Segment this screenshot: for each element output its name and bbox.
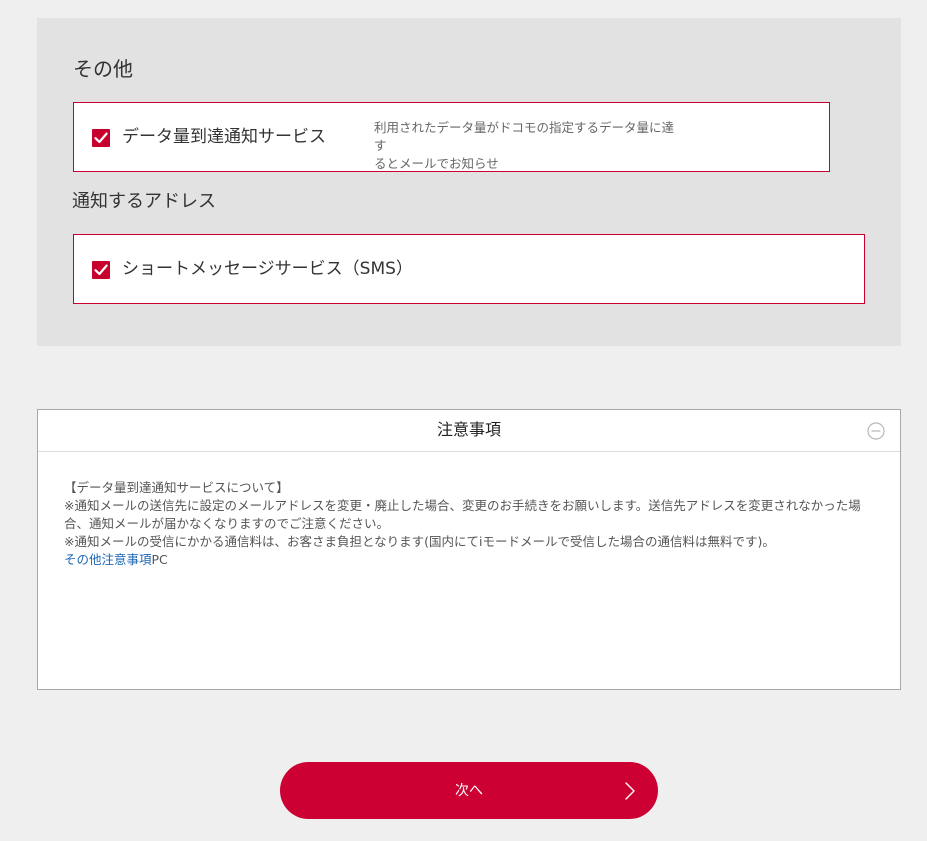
checkmark-icon [94, 264, 108, 276]
data-notification-checkbox[interactable] [92, 129, 110, 147]
notice-header[interactable]: 注意事項 [38, 410, 900, 452]
notice-line: ※通知メールの送信先に設定のメールアドレスを変更・廃止した場合、変更のお手続きを… [64, 498, 861, 531]
chevron-right-icon [625, 782, 635, 800]
notice-title: 注意事項 [436, 420, 501, 439]
data-notification-label: データ量到達通知サービス [122, 127, 326, 147]
notice-line: ※通知メールの受信にかかる通信料は、お客さま負担となります(国内にてiモードメー… [64, 534, 775, 549]
section-title-address: 通知するアドレス [72, 191, 216, 212]
notice-link-line: その他注意事項PC [64, 551, 876, 569]
notice-body: 【データ量到達通知サービスについて】 ※通知メールの送信先に設定のメールアドレス… [64, 479, 876, 569]
sms-label: ショートメッセージサービス（SMS） [122, 259, 413, 279]
notice-panel: 注意事項 【データ量到達通知サービスについて】 ※通知メールの送信先に設定のメー… [37, 409, 901, 690]
sms-option[interactable]: ショートメッセージサービス（SMS） [73, 234, 865, 304]
checkmark-icon [94, 132, 108, 144]
notice-line: 【データ量到達通知サービスについて】 [64, 480, 289, 495]
description-line: るとメールでお知らせ [374, 156, 499, 171]
data-notification-option[interactable]: データ量到達通知サービス 利用されたデータ量がドコモの指定するデータ量に達す る… [73, 102, 830, 172]
notification-settings-panel: その他 データ量到達通知サービス 利用されたデータ量がドコモの指定するデータ量に… [37, 18, 901, 346]
minus-circle-icon[interactable] [867, 422, 885, 440]
section-title-other: その他 [73, 57, 133, 81]
description-line: 利用されたデータ量がドコモの指定するデータ量に達す [374, 120, 675, 153]
next-button[interactable]: 次へ [280, 762, 658, 819]
next-button-label: 次へ [455, 782, 483, 798]
data-notification-description: 利用されたデータ量がドコモの指定するデータ量に達す るとメールでお知らせ [374, 119, 684, 173]
notice-link-suffix: PC [151, 552, 168, 567]
other-notes-link[interactable]: その他注意事項 [64, 552, 152, 567]
sms-checkbox[interactable] [92, 261, 110, 279]
